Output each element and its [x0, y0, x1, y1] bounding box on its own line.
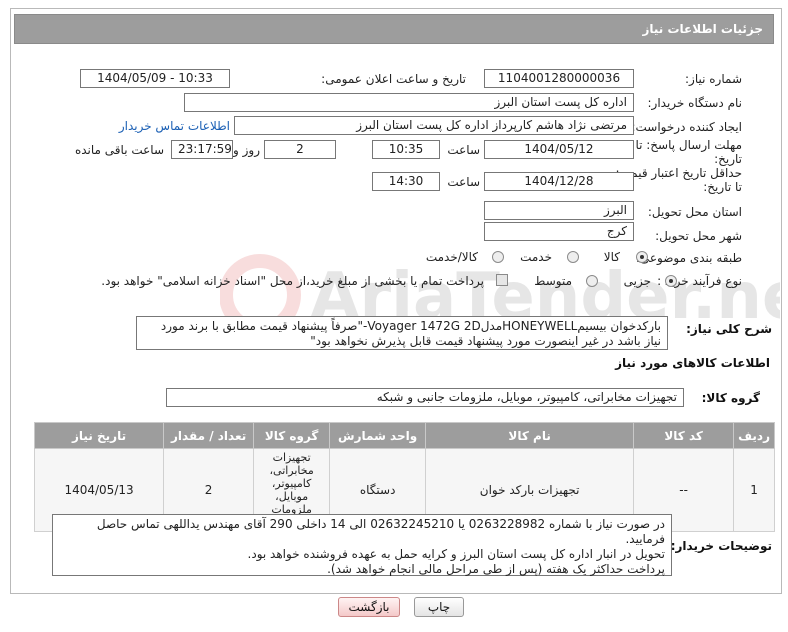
need-number-field[interactable]: 1104001280000036	[484, 69, 634, 88]
announce-label: تاریخ و ساعت اعلان عمومی:	[321, 72, 466, 86]
back-button[interactable]: بازگشت	[338, 597, 400, 617]
remaining-label: ساعت باقی مانده	[74, 143, 164, 157]
category-radio-both[interactable]	[492, 251, 504, 263]
creator-label: ایجاد کننده درخواست:	[631, 120, 742, 134]
table-header-row: ردیف کد کالا نام کالا واحد شمارش گروه کا…	[33, 422, 775, 449]
buyer-notes-box[interactable]: در صورت نیاز با شماره 0263228982 یا 0263…	[52, 514, 672, 576]
validity-date-field[interactable]: 1404/12/28	[484, 172, 634, 191]
deadline-label-date: تاریخ:	[714, 152, 742, 166]
deadline-time-label: ساعت	[447, 143, 480, 157]
goods-group-label: گروه کالا:	[701, 391, 760, 405]
summary-textarea[interactable]: بارکدخوان بیسیمHONEYWELLمدلVoyager 1472G…	[136, 316, 668, 350]
summary-label: شرح کلی نیاز:	[686, 322, 772, 336]
col-item-code: کد کالا	[633, 422, 735, 449]
buyer-org-field[interactable]: اداره کل پست استان البرز	[184, 93, 634, 112]
creator-field[interactable]: مرتضی نژاد هاشم کارپرداز اداره کل پست اس…	[234, 116, 634, 135]
category-label: طبقه بندی موضوعی:	[635, 251, 742, 265]
buyer-note-line: پرداخت حداکثر یک هفته (پس از طی مراحل ما…	[327, 562, 665, 576]
process-radio-minor[interactable]	[665, 275, 677, 287]
col-goods-group: گروه کالا	[253, 422, 331, 449]
category-option-both: کالا/خدمت	[425, 250, 478, 264]
goods-info-title: اطلاعات کالاهای مورد نیاز	[615, 356, 770, 370]
col-quantity: تعداد / مقدار	[163, 422, 255, 449]
announce-field[interactable]: 1404/05/09 - 10:33	[80, 69, 230, 88]
col-item-name: نام کالا	[425, 422, 635, 449]
validity-label: حداقل تاریخ اعتبار قیمت:	[615, 166, 742, 180]
process-radio-medium[interactable]	[586, 275, 598, 287]
province-field[interactable]: البرز	[484, 201, 634, 220]
print-button[interactable]: چاپ	[414, 597, 464, 617]
province-label: استان محل تحویل:	[647, 205, 742, 219]
col-unit: واحد شمارش	[329, 422, 427, 449]
validity-label-date: تا تاریخ:	[703, 180, 742, 194]
treasury-payment-note: پرداخت تمام یا بخشی از مبلغ خرید،از محل …	[101, 274, 484, 288]
deadline-time-field[interactable]: 10:35	[372, 140, 440, 159]
buyer-contact-link[interactable]: اطلاعات تماس خریدار	[119, 119, 230, 133]
need-number-label: شماره نیاز:	[685, 72, 742, 86]
page-title: جزئیات اطلاعات نیاز	[14, 14, 774, 44]
process-option-minor: جزیی	[623, 274, 651, 288]
goods-group-field[interactable]: تجهیزات مخابراتی، کامپیوتر، موبایل، ملزو…	[166, 388, 684, 407]
days-field[interactable]: 2	[264, 140, 336, 159]
buyer-org-label: نام دستگاه خریدار:	[647, 96, 743, 110]
category-option-goods: کالا	[603, 250, 620, 264]
process-option-medium: متوسط	[534, 274, 572, 288]
cell-row-number: 1	[733, 448, 775, 532]
remaining-field[interactable]: 23:17:59	[171, 140, 233, 159]
city-label: شهر محل تحویل:	[655, 229, 742, 243]
col-row-number: ردیف	[733, 422, 775, 449]
category-radio-goods[interactable]	[636, 251, 648, 263]
category-option-service: خدمت	[520, 250, 552, 264]
category-radio-service[interactable]	[567, 251, 579, 263]
buyer-note-line: تحویل در انبار اداره کل پست استان البرز …	[247, 547, 665, 561]
deadline-date-field[interactable]: 1404/05/12	[484, 140, 634, 159]
city-field[interactable]: کرج	[484, 222, 634, 241]
validity-time-label: ساعت	[447, 175, 480, 189]
col-need-date: تاریخ نیاز	[33, 422, 165, 449]
days-label: روز و	[233, 143, 260, 157]
buyer-notes-label: توضیحات خریدار:	[670, 539, 772, 553]
deadline-label: مهلت ارسال پاسخ: تا	[635, 138, 742, 152]
treasury-payment-checkbox[interactable]	[496, 274, 508, 286]
validity-time-field[interactable]: 14:30	[372, 172, 440, 191]
buyer-note-line: در صورت نیاز با شماره 0263228982 یا 0263…	[96, 517, 665, 546]
